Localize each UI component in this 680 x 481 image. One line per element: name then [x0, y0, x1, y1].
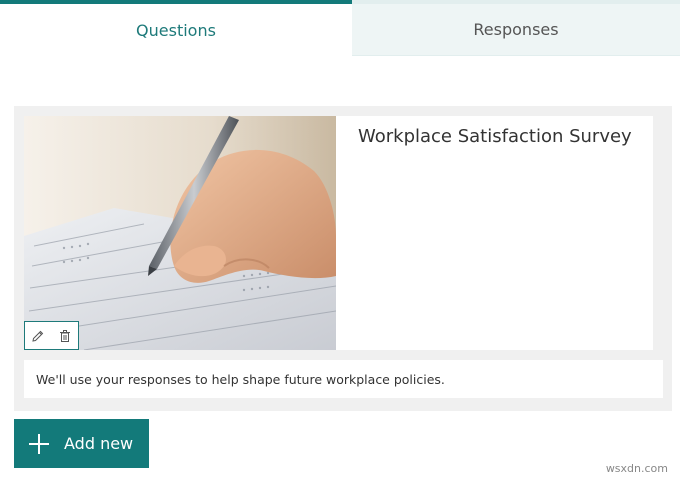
form-description[interactable]: We'll use your responses to help shape f…: [24, 360, 663, 398]
trash-icon[interactable]: [56, 327, 74, 345]
tab-bar: Questions Responses: [0, 0, 680, 56]
add-new-label: Add new: [64, 434, 134, 453]
add-new-button[interactable]: Add new: [14, 419, 149, 468]
watermark: wsxdn.com: [605, 462, 668, 475]
header-photo: [24, 116, 336, 350]
tab-responses[interactable]: Responses: [352, 0, 680, 56]
form-title[interactable]: Workplace Satisfaction Survey: [358, 126, 648, 147]
tab-questions[interactable]: Questions: [0, 0, 352, 56]
plus-icon: [29, 433, 49, 454]
pencil-icon[interactable]: [29, 327, 47, 345]
form-header-panel: Workplace Satisfaction Survey: [24, 116, 653, 350]
header-image[interactable]: [24, 116, 336, 350]
form-header-card[interactable]: Workplace Satisfaction Survey We'll use …: [14, 106, 672, 411]
image-tools: [24, 321, 79, 350]
